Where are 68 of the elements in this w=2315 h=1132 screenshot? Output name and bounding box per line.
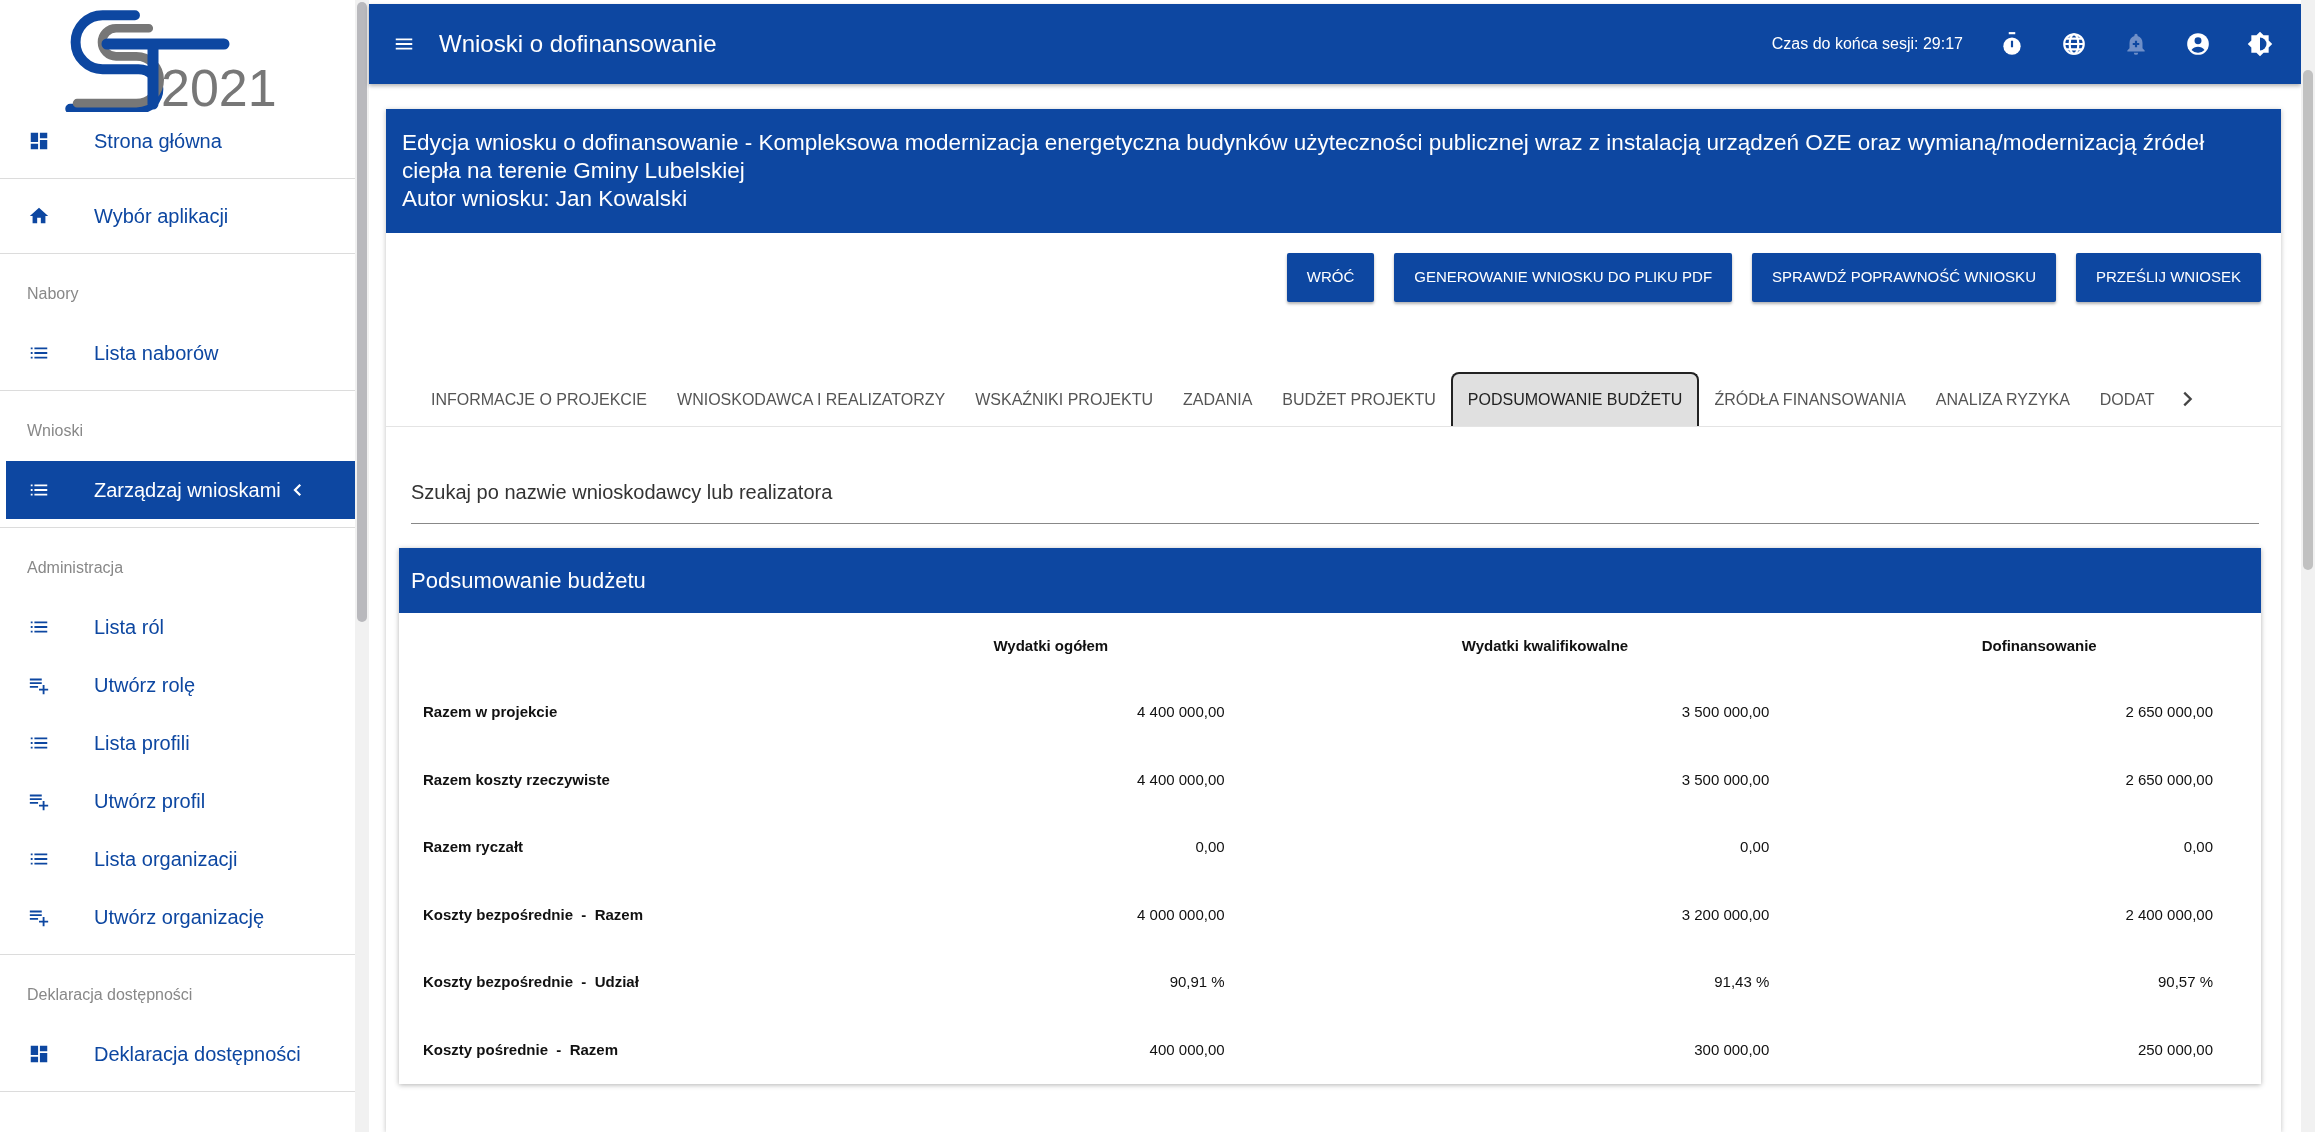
table-cell-text: 90,91 %: [1168, 972, 1226, 993]
action-button[interactable]: SPRAWDŹ POPRAWNOŚĆ WNIOSKU: [1752, 253, 2056, 302]
table-cell-text: 4 000 000,00: [1136, 904, 1226, 925]
action-button[interactable]: PRZEŚLIJ WNIOSEK: [2075, 253, 2261, 302]
row-label: Razem w projekcie: [422, 702, 559, 723]
table-cell-text: 3 200 000,00: [1680, 904, 1771, 925]
section-heading: Wnioski: [26, 421, 84, 441]
tab[interactable]: ŹRÓDŁA FINANSOWANIA: [1699, 373, 1921, 426]
tab[interactable]: INFORMACJE O PROJEKCIE: [416, 373, 663, 426]
table-cell-text: 4 400 000,00: [1136, 702, 1226, 723]
sidebar-item[interactable]: Wybór aplikacji: [0, 187, 355, 245]
tab[interactable]: BUDŻET PROJEKTU: [1267, 373, 1451, 426]
logo: 2021: [62, 8, 293, 112]
tab[interactable]: PODSUMOWANIE BUDŻETU: [1450, 371, 1700, 426]
row-label: Razem koszty rzeczywiste: [422, 769, 611, 790]
application-title: Edycja wniosku o dofinansowanie - Kompleksowa modernizacja energetyczna budynków użyteczności publicznej wraz z instalacją urządzeń OZE oraz wymianą/modernizacją źródeł ciepła na terenie Gminy Lubelskiej: [402, 129, 2206, 186]
table-cell-text: 400 000,00: [1148, 1039, 1226, 1060]
table-cell-text: 2 650 000,00: [2124, 702, 2214, 723]
scrollbar[interactable]: [355, 0, 369, 1132]
table-cell-text: 4 400 000,00: [1136, 769, 1226, 790]
dashboard-icon: [28, 1043, 50, 1065]
globe-icon[interactable]: [2061, 31, 2087, 57]
sidebar-item[interactable]: Utwórz profil: [0, 772, 355, 830]
page-title: Wnioski o dofinansowanie: [439, 29, 717, 59]
table-cell-text: 3 500 000,00: [1680, 702, 1771, 723]
row-label: Koszty bezpośrednie - Razem: [422, 904, 645, 925]
account-icon[interactable]: [2185, 31, 2211, 57]
section-heading: Deklaracja dostępności: [26, 985, 194, 1005]
sidebar-item[interactable]: Deklaracja dostępności: [0, 1025, 355, 1083]
table-cell-text: 91,43 %: [1713, 972, 1771, 993]
row-label: Koszty bezpośrednie - Udział: [422, 972, 640, 993]
table-cell-text: 250 000,00: [2136, 1039, 2214, 1060]
sidebar-item[interactable]: Lista organizacji: [0, 830, 355, 888]
sidebar-item[interactable]: Utwórz rolę: [0, 656, 355, 714]
sidebar-item[interactable]: Strona główna: [0, 112, 355, 170]
session-timer: Czas do końca sesji: 29:17: [1771, 34, 1963, 54]
row-label: Razem ryczałt: [422, 837, 525, 858]
section-heading: Administracja: [26, 558, 125, 578]
sidebar-item[interactable]: Lista naborów: [0, 324, 355, 382]
column-header: Wydatki kwalifikowalne: [1460, 635, 1630, 656]
tab[interactable]: WSKAŹNIKI PROJEKTU: [960, 373, 1168, 426]
table-cell-text: 3 500 000,00: [1680, 769, 1771, 790]
column-header: Wydatki ogółem: [992, 635, 1110, 656]
tab[interactable]: WNIOSKODAWCA I REALIZATORZY: [662, 373, 961, 426]
column-header: Dofinansowanie: [1980, 635, 2098, 656]
author-label: Autor wniosku: Jan Kowalski: [402, 185, 689, 214]
sidebar-item[interactable]: Lista profili: [0, 714, 355, 772]
dashboard-icon: [28, 130, 50, 152]
action-button[interactable]: GENEROWANIE WNIOSKU DO PLIKU PDF: [1394, 253, 1733, 302]
row-label: Koszty pośrednie - Razem: [422, 1039, 620, 1060]
sidebar-item[interactable]: Utwórz organizację: [0, 888, 355, 946]
tab[interactable]: DODAT: [2084, 373, 2170, 426]
sidebar-item[interactable]: Zarządzaj wnioskami: [6, 461, 355, 519]
table-cell-text: 90,57 %: [2156, 972, 2214, 993]
table-cell-text: 2 400 000,00: [2124, 904, 2214, 925]
table-cell-text: 0,00: [1194, 837, 1226, 858]
action-button[interactable]: WRÓĆ: [1286, 253, 1375, 302]
table-cell-text: 0,00: [2182, 837, 2214, 858]
scrollbar[interactable]: [2301, 0, 2315, 1132]
tab[interactable]: ZADANIA: [1168, 373, 1268, 426]
sidebar-item[interactable]: Lista ról: [0, 598, 355, 656]
table-cell-text: 300 000,00: [1693, 1039, 1771, 1060]
table-cell-text: 0,00: [1739, 837, 1771, 858]
tab[interactable]: ANALIZA RYZYKA: [1920, 373, 2085, 426]
panel-title: Podsumowanie budżetu: [399, 547, 2261, 613]
brightness-icon[interactable]: [2247, 31, 2273, 57]
table-cell-text: 2 650 000,00: [2124, 769, 2214, 790]
section-heading: Nabory: [26, 284, 80, 304]
